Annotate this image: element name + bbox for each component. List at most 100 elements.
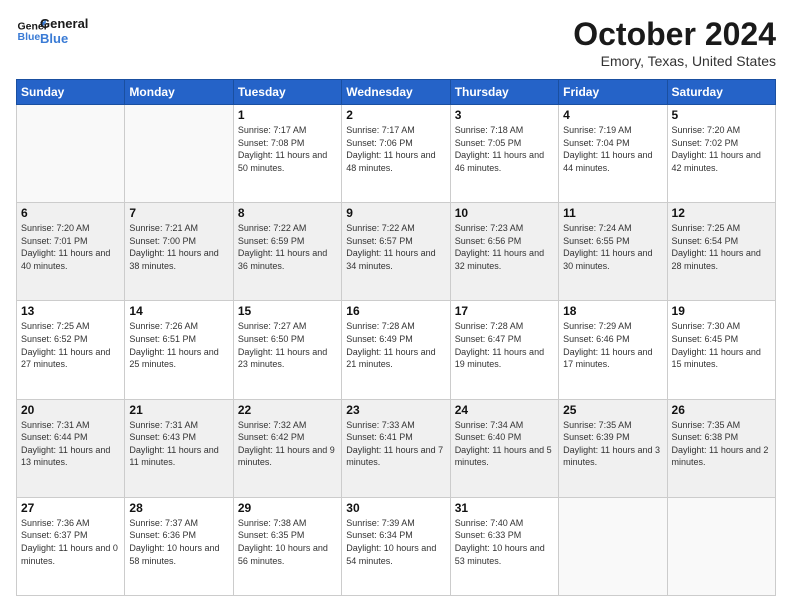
- col-sunday: Sunday: [17, 80, 125, 105]
- day-number: 5: [672, 108, 771, 122]
- header: General Blue General Blue October 2024 E…: [16, 16, 776, 69]
- table-row: 18 Sunrise: 7:29 AM Sunset: 6:46 PM Dayli…: [559, 301, 667, 399]
- day-info: Sunrise: 7:22 AM Sunset: 6:59 PM Dayligh…: [238, 222, 337, 272]
- day-number: 26: [672, 403, 771, 417]
- table-row: 22 Sunrise: 7:32 AM Sunset: 6:42 PM Dayli…: [233, 399, 341, 497]
- day-number: 15: [238, 304, 337, 318]
- table-row: 30 Sunrise: 7:39 AM Sunset: 6:34 PM Dayli…: [342, 497, 450, 595]
- table-row: 9 Sunrise: 7:22 AM Sunset: 6:57 PM Daylig…: [342, 203, 450, 301]
- calendar-table: Sunday Monday Tuesday Wednesday Thursday…: [16, 79, 776, 596]
- day-info: Sunrise: 7:23 AM Sunset: 6:56 PM Dayligh…: [455, 222, 554, 272]
- day-number: 23: [346, 403, 445, 417]
- day-info: Sunrise: 7:22 AM Sunset: 6:57 PM Dayligh…: [346, 222, 445, 272]
- day-info: Sunrise: 7:25 AM Sunset: 6:52 PM Dayligh…: [21, 320, 120, 370]
- day-info: Sunrise: 7:32 AM Sunset: 6:42 PM Dayligh…: [238, 419, 337, 469]
- day-number: 22: [238, 403, 337, 417]
- calendar-week-row: 6Sunrise: 7:20 AM Sunset: 7:01 PM Daylig…: [17, 203, 776, 301]
- table-row: 16 Sunrise: 7:28 AM Sunset: 6:49 PM Dayli…: [342, 301, 450, 399]
- day-info: Sunrise: 7:17 AM Sunset: 7:06 PM Dayligh…: [346, 124, 445, 174]
- col-thursday: Thursday: [450, 80, 558, 105]
- svg-text:Blue: Blue: [18, 31, 41, 43]
- table-row: 31 Sunrise: 7:40 AM Sunset: 6:33 PM Dayli…: [450, 497, 558, 595]
- table-row: 1 Sunrise: 7:17 AM Sunset: 7:08 PM Daylig…: [233, 105, 341, 203]
- day-number: 7: [129, 206, 228, 220]
- location: Emory, Texas, United States: [573, 53, 776, 69]
- table-row: 21 Sunrise: 7:31 AM Sunset: 6:43 PM Dayli…: [125, 399, 233, 497]
- day-number: 2: [346, 108, 445, 122]
- day-number: 3: [455, 108, 554, 122]
- day-number: 18: [563, 304, 662, 318]
- day-info: Sunrise: 7:31 AM Sunset: 6:44 PM Dayligh…: [21, 419, 120, 469]
- table-row: 2 Sunrise: 7:17 AM Sunset: 7:06 PM Daylig…: [342, 105, 450, 203]
- table-row: [667, 497, 775, 595]
- day-info: Sunrise: 7:20 AM Sunset: 7:02 PM Dayligh…: [672, 124, 771, 174]
- day-info: Sunrise: 7:26 AM Sunset: 6:51 PM Dayligh…: [129, 320, 228, 370]
- day-number: 20: [21, 403, 120, 417]
- col-monday: Monday: [125, 80, 233, 105]
- day-info: Sunrise: 7:24 AM Sunset: 6:55 PM Dayligh…: [563, 222, 662, 272]
- day-info: Sunrise: 7:31 AM Sunset: 6:43 PM Dayligh…: [129, 419, 228, 469]
- day-number: 28: [129, 501, 228, 515]
- calendar-week-row: 20 Sunrise: 7:31 AM Sunset: 6:44 PM Dayli…: [17, 399, 776, 497]
- day-info: Sunrise: 7:25 AM Sunset: 6:54 PM Dayligh…: [672, 222, 771, 272]
- table-row: 14Sunrise: 7:26 AM Sunset: 6:51 PM Dayli…: [125, 301, 233, 399]
- title-block: October 2024 Emory, Texas, United States: [573, 16, 776, 69]
- day-number: 31: [455, 501, 554, 515]
- calendar-week-row: 13Sunrise: 7:25 AM Sunset: 6:52 PM Dayli…: [17, 301, 776, 399]
- page: General Blue General Blue October 2024 E…: [0, 0, 792, 612]
- day-info: Sunrise: 7:21 AM Sunset: 7:00 PM Dayligh…: [129, 222, 228, 272]
- table-row: 20 Sunrise: 7:31 AM Sunset: 6:44 PM Dayli…: [17, 399, 125, 497]
- calendar-week-row: 1 Sunrise: 7:17 AM Sunset: 7:08 PM Daylig…: [17, 105, 776, 203]
- day-number: 9: [346, 206, 445, 220]
- table-row: 6Sunrise: 7:20 AM Sunset: 7:01 PM Daylig…: [17, 203, 125, 301]
- day-info: Sunrise: 7:34 AM Sunset: 6:40 PM Dayligh…: [455, 419, 554, 469]
- day-number: 29: [238, 501, 337, 515]
- table-row: 8Sunrise: 7:22 AM Sunset: 6:59 PM Daylig…: [233, 203, 341, 301]
- day-info: Sunrise: 7:17 AM Sunset: 7:08 PM Dayligh…: [238, 124, 337, 174]
- day-number: 21: [129, 403, 228, 417]
- table-row: 7 Sunrise: 7:21 AM Sunset: 7:00 PM Daylig…: [125, 203, 233, 301]
- col-saturday: Saturday: [667, 80, 775, 105]
- day-number: 19: [672, 304, 771, 318]
- calendar-header-row: Sunday Monday Tuesday Wednesday Thursday…: [17, 80, 776, 105]
- col-tuesday: Tuesday: [233, 80, 341, 105]
- table-row: 27Sunrise: 7:36 AM Sunset: 6:37 PM Dayli…: [17, 497, 125, 595]
- table-row: 17Sunrise: 7:28 AM Sunset: 6:47 PM Dayli…: [450, 301, 558, 399]
- day-number: 16: [346, 304, 445, 318]
- day-info: Sunrise: 7:29 AM Sunset: 6:46 PM Dayligh…: [563, 320, 662, 370]
- day-number: 10: [455, 206, 554, 220]
- table-row: 23 Sunrise: 7:33 AM Sunset: 6:41 PM Dayli…: [342, 399, 450, 497]
- day-number: 30: [346, 501, 445, 515]
- table-row: 12Sunrise: 7:25 AM Sunset: 6:54 PM Dayli…: [667, 203, 775, 301]
- table-row: 11 Sunrise: 7:24 AM Sunset: 6:55 PM Dayli…: [559, 203, 667, 301]
- table-row: 26 Sunrise: 7:35 AM Sunset: 6:38 PM Dayli…: [667, 399, 775, 497]
- day-info: Sunrise: 7:35 AM Sunset: 6:39 PM Dayligh…: [563, 419, 662, 469]
- table-row: 3Sunrise: 7:18 AM Sunset: 7:05 PM Daylig…: [450, 105, 558, 203]
- table-row: 19Sunrise: 7:30 AM Sunset: 6:45 PM Dayli…: [667, 301, 775, 399]
- day-info: Sunrise: 7:39 AM Sunset: 6:34 PM Dayligh…: [346, 517, 445, 567]
- day-number: 17: [455, 304, 554, 318]
- logo-line1: General: [40, 16, 88, 31]
- day-info: Sunrise: 7:28 AM Sunset: 6:49 PM Dayligh…: [346, 320, 445, 370]
- day-number: 27: [21, 501, 120, 515]
- day-info: Sunrise: 7:40 AM Sunset: 6:33 PM Dayligh…: [455, 517, 554, 567]
- logo: General Blue General Blue: [16, 16, 88, 46]
- col-friday: Friday: [559, 80, 667, 105]
- day-info: Sunrise: 7:19 AM Sunset: 7:04 PM Dayligh…: [563, 124, 662, 174]
- table-row: 13Sunrise: 7:25 AM Sunset: 6:52 PM Dayli…: [17, 301, 125, 399]
- day-info: Sunrise: 7:35 AM Sunset: 6:38 PM Dayligh…: [672, 419, 771, 469]
- calendar-week-row: 27Sunrise: 7:36 AM Sunset: 6:37 PM Dayli…: [17, 497, 776, 595]
- day-number: 11: [563, 206, 662, 220]
- table-row: 15 Sunrise: 7:27 AM Sunset: 6:50 PM Dayli…: [233, 301, 341, 399]
- day-info: Sunrise: 7:27 AM Sunset: 6:50 PM Dayligh…: [238, 320, 337, 370]
- table-row: [559, 497, 667, 595]
- day-info: Sunrise: 7:33 AM Sunset: 6:41 PM Dayligh…: [346, 419, 445, 469]
- day-number: 6: [21, 206, 120, 220]
- table-row: 5 Sunrise: 7:20 AM Sunset: 7:02 PM Daylig…: [667, 105, 775, 203]
- table-row: 24Sunrise: 7:34 AM Sunset: 6:40 PM Dayli…: [450, 399, 558, 497]
- day-number: 1: [238, 108, 337, 122]
- table-row: 25Sunrise: 7:35 AM Sunset: 6:39 PM Dayli…: [559, 399, 667, 497]
- month-title: October 2024: [573, 16, 776, 53]
- logo-line2: Blue: [40, 31, 88, 46]
- table-row: [125, 105, 233, 203]
